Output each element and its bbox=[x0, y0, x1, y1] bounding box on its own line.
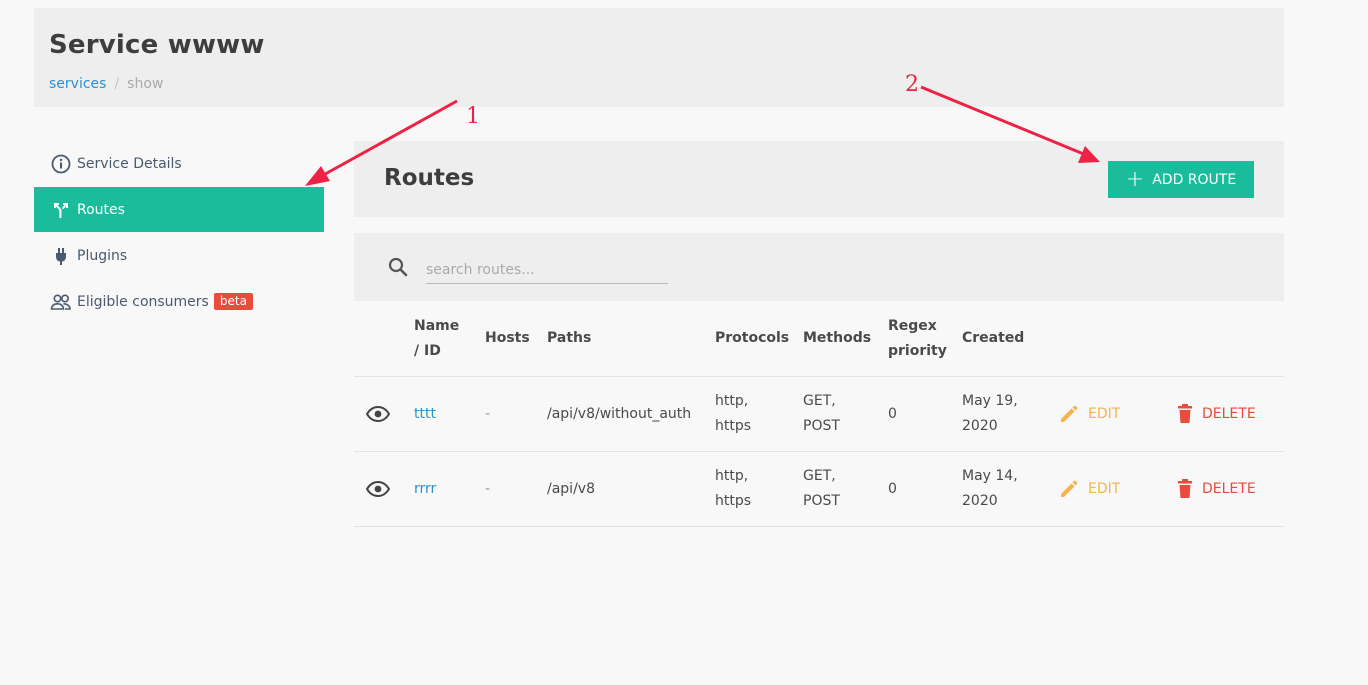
sidebar-item-eligible-consumers[interactable]: Eligible consumers beta bbox=[34, 279, 324, 324]
annotation-label-2: 2 bbox=[905, 72, 919, 97]
search-input[interactable] bbox=[426, 257, 668, 284]
delete-button[interactable]: DELETE bbox=[1176, 452, 1256, 526]
route-methods: GET, POST bbox=[803, 468, 840, 509]
route-hosts: - bbox=[485, 480, 491, 497]
breadcrumb-services-link[interactable]: services bbox=[49, 76, 106, 92]
sidebar-item-service-details[interactable]: Service Details bbox=[34, 141, 324, 186]
sidebar-item-plugins[interactable]: Plugins bbox=[34, 233, 324, 278]
search-bar bbox=[354, 233, 1284, 301]
route-priority: 0 bbox=[888, 480, 897, 497]
breadcrumb-separator: / bbox=[114, 76, 120, 92]
routes-icon bbox=[50, 199, 72, 221]
route-created: May 14, 2020 bbox=[962, 468, 1018, 509]
breadcrumb: services / show bbox=[49, 76, 163, 92]
route-methods: GET, POST bbox=[803, 393, 840, 434]
route-path: /api/v8/without_auth bbox=[547, 405, 692, 422]
sidebar: Service Details Routes Plugins Eligible … bbox=[34, 141, 324, 325]
edit-button[interactable]: EDIT bbox=[1058, 452, 1120, 526]
edit-button[interactable]: EDIT bbox=[1058, 377, 1120, 451]
column-name-id: Name / ID bbox=[414, 317, 460, 359]
routes-header: Routes + ADD ROUTE bbox=[354, 141, 1284, 217]
sidebar-item-label: Routes bbox=[77, 201, 125, 218]
page-header: Service wwww services / show bbox=[34, 8, 1284, 107]
route-protocols: http, https bbox=[715, 393, 752, 434]
plug-icon bbox=[50, 245, 72, 267]
column-regex-priority: Regex priority bbox=[888, 317, 947, 359]
column-protocols: Protocols bbox=[715, 330, 790, 346]
add-route-label: ADD ROUTE bbox=[1152, 171, 1237, 188]
route-priority: 0 bbox=[888, 405, 897, 422]
table-header: Name / ID Hosts Paths Protocols Methods R… bbox=[354, 301, 1284, 377]
eye-icon[interactable] bbox=[366, 452, 390, 526]
sidebar-item-label: Service Details bbox=[77, 155, 182, 172]
pencil-icon bbox=[1058, 403, 1080, 425]
routes-table: Name / ID Hosts Paths Protocols Methods R… bbox=[354, 301, 1284, 527]
route-protocols: http, https bbox=[715, 468, 752, 509]
route-name-link[interactable]: tttt bbox=[414, 377, 436, 451]
trash-icon bbox=[1176, 403, 1194, 425]
route-created: May 19, 2020 bbox=[962, 393, 1018, 434]
search-icon bbox=[387, 256, 409, 278]
breadcrumb-current: show bbox=[127, 76, 164, 92]
plus-icon: + bbox=[1125, 166, 1145, 192]
column-hosts: Hosts bbox=[485, 330, 530, 346]
column-paths: Paths bbox=[547, 330, 592, 346]
routes-title: Routes bbox=[384, 165, 475, 191]
trash-icon bbox=[1176, 478, 1194, 500]
route-name-link[interactable]: rrrr bbox=[414, 452, 436, 526]
users-icon bbox=[50, 291, 72, 313]
info-icon bbox=[50, 153, 72, 175]
sidebar-item-routes[interactable]: Routes bbox=[34, 187, 324, 232]
route-hosts: - bbox=[485, 405, 491, 422]
route-path: /api/v8 bbox=[547, 480, 595, 497]
beta-badge: beta bbox=[213, 293, 253, 310]
annotation-label-1: 1 bbox=[466, 104, 480, 129]
column-methods: Methods bbox=[803, 330, 872, 346]
sidebar-item-label: Plugins bbox=[77, 247, 128, 264]
delete-button[interactable]: DELETE bbox=[1176, 377, 1256, 451]
column-created: Created bbox=[962, 330, 1025, 346]
page-title: Service wwww bbox=[49, 30, 265, 60]
eye-icon[interactable] bbox=[366, 377, 390, 451]
pencil-icon bbox=[1058, 478, 1080, 500]
table-row: tttt - /api/v8/without_auth http, https G… bbox=[354, 377, 1284, 452]
add-route-button[interactable]: + ADD ROUTE bbox=[1108, 161, 1254, 198]
table-row: rrrr - /api/v8 http, https GET, POST 0 May… bbox=[354, 452, 1284, 527]
sidebar-item-label: Eligible consumers bbox=[77, 293, 209, 310]
